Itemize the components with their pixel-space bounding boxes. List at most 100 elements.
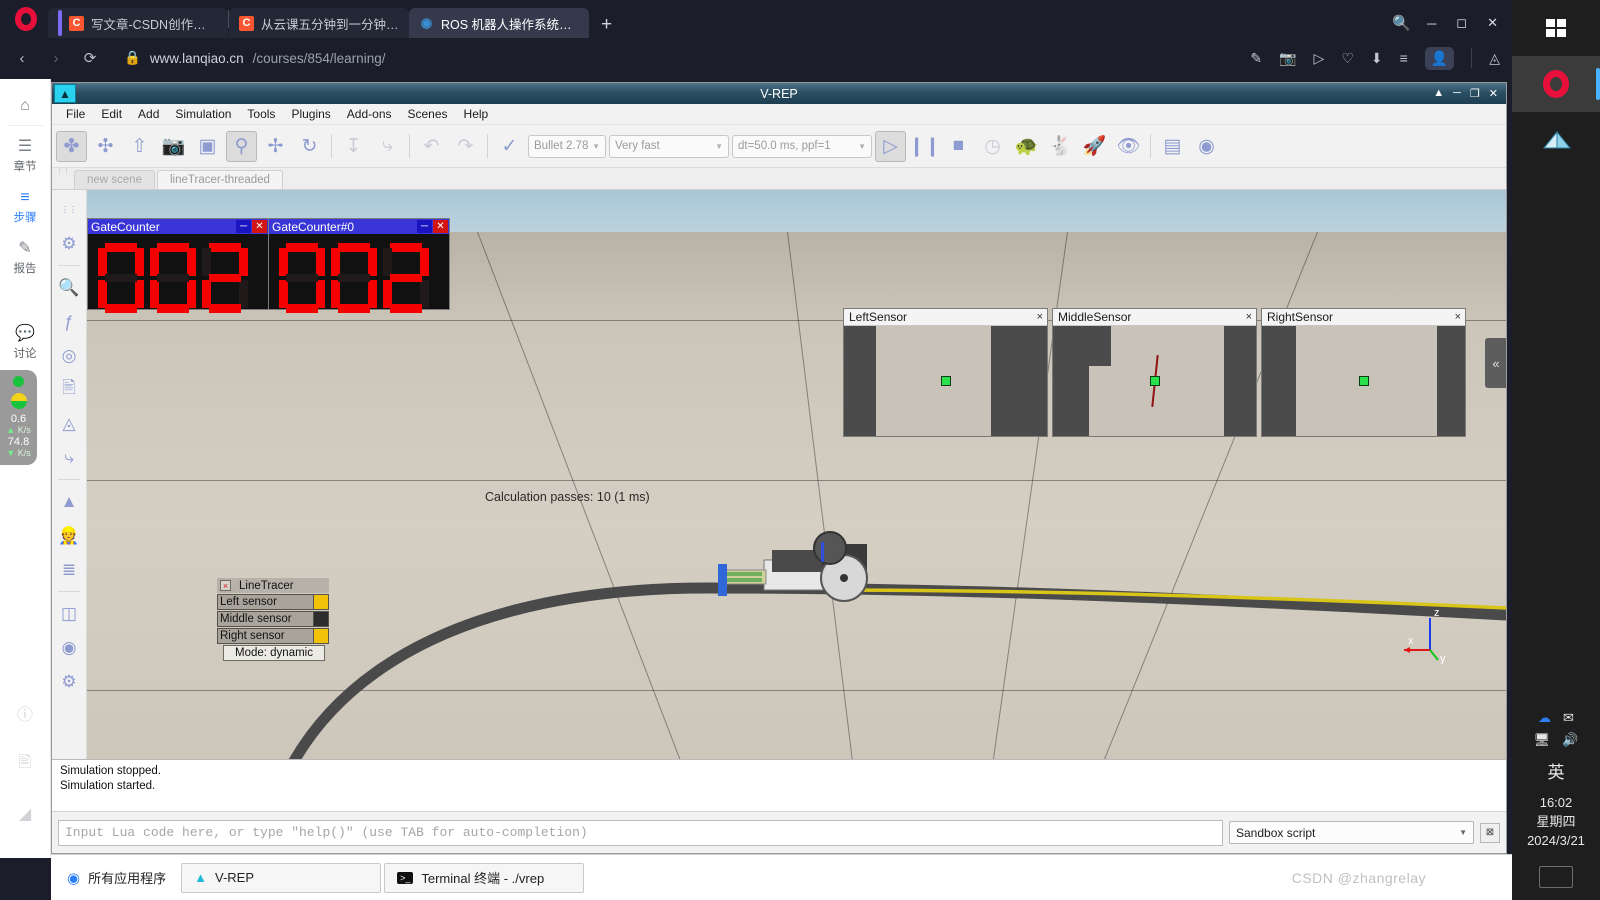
orbit-icon[interactable]: ↻ [294,131,325,162]
cube-icon[interactable]: ◬ [1489,50,1500,67]
physics-engine-select[interactable]: Bullet 2.78 ▼ [528,134,606,158]
dynamics-toggle-icon[interactable]: ✓ [494,131,525,162]
sensor-window-middle[interactable]: MiddleSensor × [1052,308,1257,437]
sidebar-item-steps[interactable]: ≡ 步骤 [0,181,51,232]
rocket-icon[interactable]: 🚀 [1079,131,1110,162]
robot-model-icon[interactable]: 👷 [56,522,83,549]
restore-icon[interactable]: ❐ [1470,87,1480,100]
eye-icon[interactable]: 👁 [1113,131,1144,162]
close-icon[interactable]: ✕ [433,220,448,233]
line-tracer-panel[interactable]: × LineTracer Left sensor Middle sensor R… [217,578,329,661]
vrep-3d-scene[interactable]: EDU z x y GateCounter [87,190,1506,759]
play-button[interactable]: ▷ [875,130,906,162]
scene-hierarchy-icon[interactable]: 🖹 [56,376,83,403]
close-icon[interactable]: × [1246,311,1256,323]
close-icon[interactable]: × [1037,311,1047,323]
cloud-icon[interactable]: ☁ [1538,710,1551,726]
monitor-icon[interactable]: 🖥 [1534,732,1551,748]
minimize-icon[interactable]: ─ [417,220,432,233]
layers-icon[interactable]: ◫ [56,600,83,627]
sliders-icon[interactable]: ≡ [1400,50,1408,66]
camera-icon[interactable]: 📷 [158,131,189,162]
heart-icon[interactable]: ♡ [1341,50,1354,67]
menu-help[interactable]: Help [457,105,496,123]
calculation-modules-icon[interactable]: ƒ [56,308,83,335]
redo-icon[interactable]: ↷ [450,131,481,162]
script-expand-button[interactable]: ⊠ [1480,822,1500,843]
simulation-settings-icon[interactable]: ⚙ [56,230,83,257]
menu-edit[interactable]: Edit [94,105,129,123]
network-icon[interactable]: ✉ [1563,710,1574,726]
pages-icon[interactable]: ▤ [1157,131,1188,162]
sidebar-item-chapters[interactable]: ☰ 章节 [0,130,51,181]
menu-add[interactable]: Add [131,105,166,123]
menu-file[interactable]: File [59,105,92,123]
slower-turtle-icon[interactable]: 🐢 [1011,131,1042,162]
browser-tab-2[interactable]: C 从云课五分钟到一分钟之v [229,8,409,38]
taskbar-clock[interactable]: 16:02 星期四 2024/3/21 [1527,793,1585,850]
script-selector[interactable]: Sandbox script ▼ [1229,821,1474,844]
scene-tab-new-scene[interactable]: new scene [74,170,155,189]
stop-button[interactable]: ■ [943,131,974,162]
scene-list-icon[interactable]: ≣ [56,556,83,583]
gate-counter-1[interactable]: GateCounter ─ ✕ [87,218,269,313]
undo-icon[interactable]: ↶ [416,131,447,162]
simulation-speed-select[interactable]: Very fast ▼ [609,134,729,158]
path-icon[interactable]: ⤷ [372,131,403,162]
drag-handle[interactable]: ⋮⋮ [56,168,70,182]
minimize-icon[interactable]: ─ [1453,87,1461,100]
help-icon[interactable]: ⓘ [17,701,33,725]
start-button[interactable] [1512,0,1600,56]
pan-icon[interactable]: ✢ [260,131,291,162]
sidebar-item-report[interactable]: ✎ 报告 [0,232,51,283]
edit-icon[interactable]: ✎ [1250,50,1262,67]
collection-icon[interactable]: ◎ [56,342,83,369]
address-bar[interactable]: 🔒 www.lanqiao.cn/courses/854/learning/ [114,44,1236,72]
profile-icon[interactable]: 👤 [1424,46,1455,70]
realtime-clock-icon[interactable]: ◷ [977,131,1008,162]
gate-counter-2[interactable]: GateCounter#0 ─ ✕ [268,218,450,313]
taskbar-item-vrep[interactable]: ▲ V-REP [181,862,382,893]
assemble-icon[interactable]: ↧ [338,131,369,162]
minimize-icon[interactable]: ─ [236,220,251,233]
user-settings-icon[interactable]: ⚙ [56,668,83,695]
sidebar-item-home[interactable]: ⌂ [0,89,51,121]
video-recorder-icon[interactable]: ◉ [56,634,83,661]
minimize-icon[interactable]: ─ [1427,16,1436,31]
download-icon[interactable]: ⬇ [1371,50,1383,67]
show-desktop-button[interactable] [1539,866,1573,888]
ime-indicator[interactable]: 英 [1548,758,1565,783]
scene-object-properties-icon[interactable]: 🔍 [56,274,83,301]
stairs-icon[interactable]: ◢ [19,804,31,824]
menu-scenes[interactable]: Scenes [401,105,455,123]
reload-button[interactable]: ⟳ [80,49,100,67]
taskbar-app-opera[interactable] [1512,56,1600,112]
faster-rabbit-icon[interactable]: 🐇 [1045,131,1076,162]
browser-tab-1[interactable]: C 写文章-CSDN创作中心 [48,8,228,38]
search-icon[interactable]: 🔍 [1392,14,1411,32]
drag-handle-icon[interactable]: ⋮⋮ [56,196,83,223]
shape-edit-icon[interactable]: ◬ [56,410,83,437]
close-icon[interactable]: × [220,580,231,591]
close-icon[interactable]: ✕ [252,220,267,233]
click-select-icon[interactable]: ⚲ [226,130,257,162]
lua-command-input[interactable]: Input Lua code here, or type "help()" (u… [58,819,1223,846]
object-shift-icon[interactable]: ✤ [56,130,87,162]
sensor-window-left[interactable]: LeftSensor × [843,308,1048,437]
scene-tab-linetracer[interactable]: lineTracer-threaded [156,170,283,189]
eject-icon[interactable]: ▲ [1433,87,1444,100]
sidebar-item-discuss[interactable]: 💬 讨论 [0,317,51,368]
browser-tab-3[interactable]: ◉ ROS 机器人操作系统初级 [409,8,589,38]
pause-button[interactable]: ❙❙ [909,131,941,162]
volume-icon[interactable]: 🔊 [1562,732,1578,748]
new-tab-button[interactable]: + [589,15,624,38]
close-icon[interactable]: ✕ [1487,15,1498,31]
forward-button[interactable]: › [46,50,66,67]
taskbar-item-terminal[interactable]: >_ Terminal 终端 - ./vrep [384,862,585,893]
line-tracer-robot[interactable] [702,520,912,620]
path-edit-icon[interactable]: ⤷ [56,444,83,471]
model-browser-icon[interactable]: ▲ [56,488,83,515]
sensor-window-right[interactable]: RightSensor × [1261,308,1466,437]
collapse-panel-button[interactable]: « [1485,338,1506,388]
object-rotate-icon[interactable]: ✣ [90,131,121,162]
